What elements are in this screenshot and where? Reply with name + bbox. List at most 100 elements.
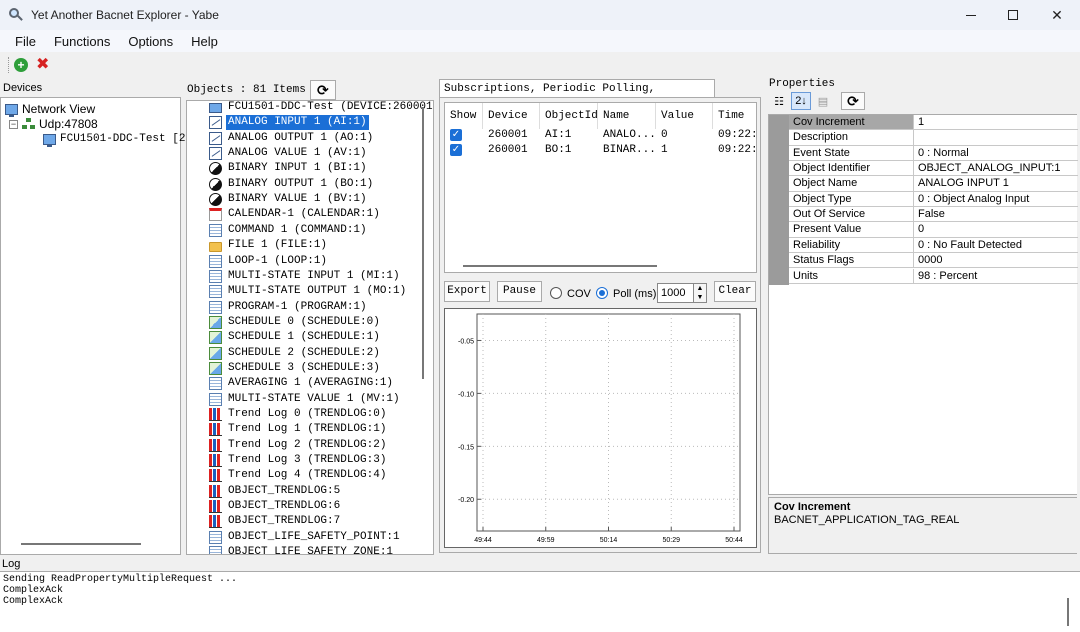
property-row[interactable]: Object Identifier OBJECT_ANALOG_INPUT:1 <box>789 161 1078 177</box>
tree-item-network-view[interactable]: Network View <box>5 101 95 117</box>
object-list-item[interactable]: Trend Log 2 (TRENDLOG:2) <box>209 438 388 453</box>
property-row[interactable]: Description <box>789 130 1078 146</box>
alphabetical-sort-icon[interactable]: 2↓ <box>791 92 811 110</box>
property-pages-icon[interactable]: ▤ <box>813 92 833 110</box>
clear-button[interactable]: Clear <box>714 281 756 302</box>
object-list-item[interactable]: FCU1501-DDC-Test (DEVICE:260001) <box>209 101 433 115</box>
object-list-item[interactable]: COMMAND 1 (COMMAND:1) <box>209 223 369 238</box>
spin-up-icon[interactable]: ▲ <box>694 284 706 293</box>
property-value[interactable]: 0000 <box>915 253 1078 267</box>
show-checkbox[interactable]: ✓ <box>450 144 462 156</box>
poll-radio[interactable] <box>596 287 608 299</box>
object-list-item[interactable]: OBJECT_TRENDLOG:5 <box>209 484 342 499</box>
property-value[interactable]: OBJECT_ANALOG_INPUT:1 <box>915 161 1078 175</box>
property-row[interactable]: Cov Increment 1 <box>789 115 1078 131</box>
property-row[interactable]: Object Name ANALOG INPUT 1 <box>789 176 1078 192</box>
properties-refresh-button[interactable]: ⟳ <box>841 92 865 110</box>
object-list-item[interactable]: CALENDAR-1 (CALENDAR:1) <box>209 207 382 222</box>
cov-radio[interactable] <box>550 287 562 299</box>
object-list-item[interactable]: MULTI-STATE OUTPUT 1 (MO:1) <box>209 284 408 299</box>
object-list-item[interactable]: BINARY OUTPUT 1 (BO:1) <box>209 177 375 192</box>
tree-item-device[interactable]: FCU1501-DDC-Test [260 <box>43 131 199 147</box>
object-list-item[interactable]: SCHEDULE 1 (SCHEDULE:1) <box>209 330 382 345</box>
property-value[interactable]: 1 <box>915 115 1078 129</box>
object-list-item[interactable]: Trend Log 1 (TRENDLOG:1) <box>209 422 388 437</box>
property-value[interactable]: 0 : Normal <box>915 146 1078 160</box>
property-row[interactable]: Units 98 : Percent <box>789 268 1078 284</box>
log-vscrollbar[interactable] <box>1067 598 1069 626</box>
property-value[interactable] <box>915 130 1078 144</box>
object-list-item[interactable]: ANALOG OUTPUT 1 (AO:1) <box>209 131 375 146</box>
subscriptions-hscrollbar[interactable] <box>463 265 657 267</box>
menu-functions[interactable]: Functions <box>45 34 119 49</box>
object-list-item[interactable]: SCHEDULE 2 (SCHEDULE:2) <box>209 346 382 361</box>
object-list-item[interactable]: OBJECT_LIFE_SAFETY_POINT:1 <box>209 530 402 545</box>
minimize-button[interactable] <box>948 0 994 30</box>
object-list-item[interactable]: OBJECT_LIFE_SAFETY_ZONE:1 <box>209 545 395 554</box>
objects-refresh-button[interactable]: ⟳ <box>309 80 336 100</box>
collapse-icon[interactable]: − <box>9 119 18 129</box>
cell-objectid: AI:1 <box>545 129 572 141</box>
object-list-item[interactable]: Trend Log 0 (TRENDLOG:0) <box>209 407 388 422</box>
object-list-item[interactable]: LOOP-1 (LOOP:1) <box>209 254 329 269</box>
devices-tree[interactable]: Network View − Udp:47808 FCU1501-DDC-Tes… <box>0 97 199 555</box>
object-list-item[interactable]: SCHEDULE 3 (SCHEDULE:3) <box>209 361 382 376</box>
object-list-item[interactable]: AVERAGING 1 (AVERAGING:1) <box>209 376 395 391</box>
object-list-item[interactable]: MULTI-STATE INPUT 1 (MI:1) <box>209 269 402 284</box>
menu-options[interactable]: Options <box>119 34 182 49</box>
object-list-item[interactable]: FILE 1 (FILE:1) <box>209 238 329 253</box>
object-list-item[interactable]: BINARY VALUE 1 (BV:1) <box>209 192 369 207</box>
property-grid[interactable]: Cov Increment 1 Description Event State 0 : … <box>768 114 1078 495</box>
property-row[interactable]: Event State 0 : Normal <box>789 145 1078 161</box>
object-list-item[interactable]: BINARY INPUT 1 (BI:1) <box>209 161 369 176</box>
tree-item-udp[interactable]: − Udp:47808 <box>9 116 98 132</box>
remove-device-icon[interactable]: ✖ <box>36 57 49 73</box>
col-value[interactable]: Value <box>656 103 713 129</box>
menu-help[interactable]: Help <box>182 34 227 49</box>
col-show[interactable]: Show <box>445 103 483 129</box>
property-value[interactable]: 0 : No Fault Detected <box>915 238 1078 252</box>
tab-subscriptions[interactable]: Subscriptions, Periodic Polling, Events/… <box>439 79 715 113</box>
property-value[interactable]: 98 : Percent <box>915 269 1078 283</box>
maximize-button[interactable] <box>990 0 1036 30</box>
col-time[interactable]: Time <box>713 103 756 129</box>
property-row[interactable]: Reliability 0 : No Fault Detected <box>789 237 1078 254</box>
spin-down-icon[interactable]: ▼ <box>694 293 706 302</box>
object-list-item[interactable]: ANALOG VALUE 1 (AV:1) <box>209 146 369 161</box>
property-row[interactable]: Present Value 0 <box>789 222 1078 238</box>
object-list-item[interactable]: Trend Log 4 (TRENDLOG:4) <box>209 468 388 483</box>
subscriptions-grid[interactable]: Show Device ObjectId Name Value Time ✓ 2… <box>444 102 757 273</box>
refresh-icon: ⟳ <box>316 81 329 98</box>
object-list-item[interactable]: Trend Log 3 (TRENDLOG:3) <box>209 453 388 468</box>
property-row[interactable]: Out Of Service False <box>789 207 1078 223</box>
col-name[interactable]: Name <box>598 103 656 129</box>
trend-chart[interactable]: -0.05 -0.10 -0.15 -0.20 49:44 49:59 50:14 50:29… <box>444 308 757 548</box>
col-device[interactable]: Device <box>483 103 540 129</box>
devices-hscrollbar[interactable] <box>21 543 141 545</box>
close-button[interactable]: ✕ <box>1034 0 1080 30</box>
add-device-icon[interactable]: + <box>14 58 28 72</box>
show-checkbox[interactable]: ✓ <box>450 129 462 141</box>
property-row[interactable]: Object Type 0 : Object Analog Input <box>789 191 1078 208</box>
objects-vscrollbar[interactable] <box>422 107 424 379</box>
menu-file[interactable]: File <box>6 34 45 49</box>
log-output[interactable]: Sending ReadPropertyMultipleRequest ... … <box>0 571 1080 632</box>
object-list-item[interactable]: SCHEDULE 0 (SCHEDULE:0) <box>209 315 382 330</box>
poll-interval-stepper[interactable]: ▲ ▼ <box>693 283 707 303</box>
export-button[interactable]: Export <box>444 281 490 302</box>
object-list-item[interactable]: OBJECT_TRENDLOG:7 <box>209 514 342 529</box>
property-value[interactable]: 0 <box>915 222 1078 236</box>
pause-button[interactable]: Pause <box>497 281 542 302</box>
categorized-view-icon[interactable]: ☷ <box>769 92 789 110</box>
object-list-item[interactable]: ANALOG INPUT 1 (AI:1) <box>209 115 369 131</box>
col-objectid[interactable]: ObjectId <box>540 103 598 129</box>
property-row[interactable]: Status Flags 0000 <box>789 253 1078 269</box>
objects-list[interactable]: FCU1501-DDC-Test (DEVICE:260001) ANALOG I… <box>186 100 434 555</box>
object-list-item[interactable]: OBJECT_TRENDLOG:6 <box>209 499 342 514</box>
poll-interval-input[interactable]: 1000 <box>657 283 695 303</box>
property-value[interactable]: False <box>915 207 1078 221</box>
object-list-item[interactable]: PROGRAM-1 (PROGRAM:1) <box>209 300 369 315</box>
property-value[interactable]: 0 : Object Analog Input <box>915 192 1078 206</box>
object-list-item[interactable]: MULTI-STATE VALUE 1 (MV:1) <box>209 392 402 407</box>
property-value[interactable]: ANALOG INPUT 1 <box>915 176 1078 190</box>
